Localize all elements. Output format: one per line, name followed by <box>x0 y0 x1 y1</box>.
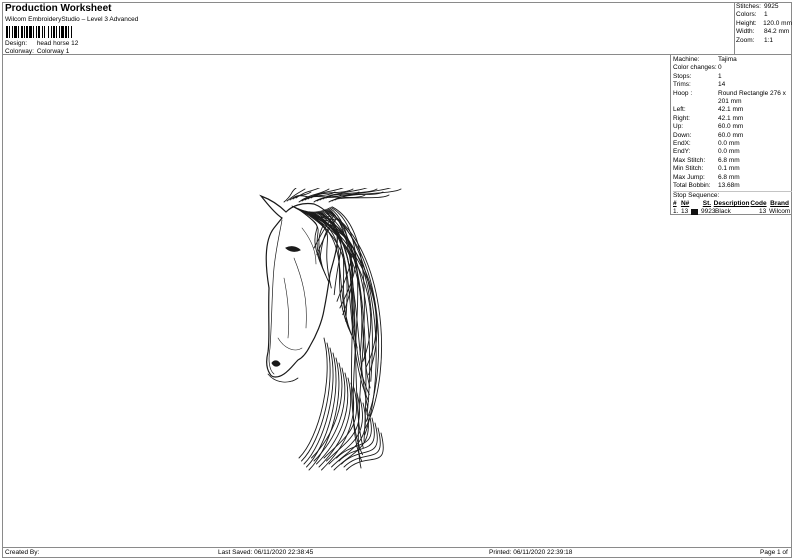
machine-info-label: Min Stitch: <box>673 165 704 173</box>
machine-info-label: Max Stitch: <box>673 156 706 164</box>
design-value: head horse 12 <box>36 40 79 47</box>
design-row: Design: head horse 12 <box>5 40 78 48</box>
stop-sequence-title: Stop Sequence: <box>673 190 792 200</box>
stop-stitches: 9923 <box>701 208 716 216</box>
stat-value: 1 <box>764 11 768 19</box>
machine-info-row: Total Bobbin: 13.68m <box>673 182 792 190</box>
stat-row: Height: 120.0 mm <box>736 20 792 28</box>
machine-info-value: 42.1 mm <box>718 114 744 122</box>
machine-info-row: Max Stitch: 6.8 mm <box>673 157 792 165</box>
design-label: Design: <box>5 40 28 47</box>
color-swatch <box>691 209 699 216</box>
stat-value: 120.0 mm <box>763 19 792 27</box>
machine-info-value: 0.0 mm <box>718 140 740 148</box>
machine-info-label: Hoop : <box>673 89 693 97</box>
stat-label: Zoom: <box>736 36 755 44</box>
stat-label: Height: <box>736 19 757 27</box>
last-saved: Last Saved: 06/11/2020 22:38:45 <box>218 549 314 556</box>
stat-row: Width: 84.2 mm <box>736 28 792 36</box>
machine-info-value: 42.1 mm <box>718 106 744 114</box>
printed-date: Printed: 06/11/2020 22:39:18 <box>489 549 573 556</box>
machine-info-row: Left: 42.1 mm <box>673 106 792 114</box>
machine-info-label: Left: <box>673 106 686 114</box>
machine-info-label: EndX: <box>673 140 691 148</box>
machine-info-value: 0.0 mm <box>718 148 740 156</box>
barcode <box>6 26 104 38</box>
machine-info-value: 0.1 mm <box>718 165 740 173</box>
machine-info-row: Down: 60.0 mm <box>673 132 792 140</box>
stop-brand: Wilcom <box>769 208 791 216</box>
machine-info-value: Round Rectangle 276 x 201 mm <box>718 89 786 106</box>
stop-code: 13 <box>759 208 767 216</box>
col-header-code: Code <box>750 199 767 207</box>
stat-label: Width: <box>736 28 755 36</box>
machine-info-label: Machine: <box>673 56 700 63</box>
stop-needle-cell: 13 <box>681 208 703 216</box>
machine-info-label: Up: <box>673 123 684 131</box>
col-header-stitches: St. <box>702 199 712 207</box>
design-preview <box>2 55 670 547</box>
machine-info-value: 60.0 mm <box>718 131 744 139</box>
machine-info-value: Tajima <box>718 56 737 63</box>
mane-strand <box>283 188 297 203</box>
machine-info-row: EndX: 0.0 mm <box>673 140 792 148</box>
machine-info-row: Color changes: 0 <box>673 64 792 72</box>
machine-info-row: Max Jump: 6.8 mm <box>673 174 792 182</box>
mane-strand <box>303 347 334 465</box>
machine-info-row: EndY: 0.0 mm <box>673 148 792 156</box>
machine-info-value: 60.0 mm <box>718 123 744 131</box>
machine-info-row: Machine: Tajima <box>673 56 792 64</box>
stat-label: Colors: <box>736 11 757 19</box>
worksheet-footer: Created By: Last Saved: 06/11/2020 22:38… <box>2 547 792 560</box>
stop-description: Black <box>715 208 731 216</box>
machine-info-value: 6.8 mm <box>718 156 740 164</box>
horse-head-embroidery <box>259 188 402 471</box>
design-stats: Stitches: 9925 Colors: 1 Height: 120.0 mm W… <box>734 2 792 55</box>
col-header-brand: Brand <box>770 199 789 207</box>
col-header-index: # <box>673 199 677 207</box>
stat-value: 84.2 mm <box>764 28 790 36</box>
col-header-needle: N# <box>680 199 690 207</box>
machine-info-value: 1 <box>718 72 722 80</box>
machine-info-label: Stops: <box>673 72 692 80</box>
machine-info-panel: Machine: Tajima Color changes: 0 Stops: 1 Trim… <box>670 55 792 216</box>
machine-info-label: Total Bobbin: <box>673 182 711 190</box>
page-title: Production Worksheet <box>5 3 112 14</box>
worksheet-header: Production Worksheet Wilcom EmbroiderySt… <box>2 2 735 55</box>
mane-strand <box>304 210 348 322</box>
table-row: 1. 13 9923 Black 13 Wilcom <box>673 208 792 216</box>
col-header-description: Description <box>713 199 750 207</box>
machine-info-row: Right: 42.1 mm <box>673 115 792 123</box>
stat-value: 1:1 <box>764 36 774 44</box>
machine-info-label: Trims: <box>673 81 691 89</box>
machine-info-label: Down: <box>673 131 692 139</box>
machine-info-row: Hoop : Round Rectangle 276 x 201 mm <box>673 90 792 107</box>
stat-row: Zoom: 1:1 <box>736 37 792 45</box>
stat-row: Stitches: 9925 <box>736 3 792 11</box>
machine-info-label: EndY: <box>673 148 691 156</box>
created-by: Created By: <box>5 549 40 556</box>
stop-sequence-header: # N# St. Description Code Brand <box>673 200 792 208</box>
machine-info-row: Stops: 1 <box>673 73 792 81</box>
machine-info-value: 13.68m <box>718 182 740 190</box>
stat-row: Colors: 1 <box>736 11 792 19</box>
machine-info-label: Max Jump: <box>673 173 705 181</box>
machine-info-value: 0 <box>718 64 722 72</box>
software-subtitle: Wilcom EmbroideryStudio – Level 3 Advanc… <box>5 16 139 23</box>
page-number: Page 1 of 1 <box>760 549 788 560</box>
machine-info-row: Trims: 14 <box>673 81 792 89</box>
stop-index: 1. <box>673 208 679 216</box>
machine-info-label: Right: <box>673 114 690 122</box>
stat-value: 9925 <box>764 3 779 10</box>
colorway-value: Colorway 1 <box>36 48 70 55</box>
machine-info-label: Color changes: <box>673 64 717 72</box>
machine-info-value: 14 <box>718 81 726 89</box>
stat-label: Stitches: <box>736 3 761 10</box>
machine-info-row: Min Stitch: 0.1 mm <box>673 165 792 173</box>
stop-needle: 13 <box>681 208 689 216</box>
machine-info-row: Up: 60.0 mm <box>673 123 792 131</box>
machine-info-value: 6.8 mm <box>718 173 740 181</box>
